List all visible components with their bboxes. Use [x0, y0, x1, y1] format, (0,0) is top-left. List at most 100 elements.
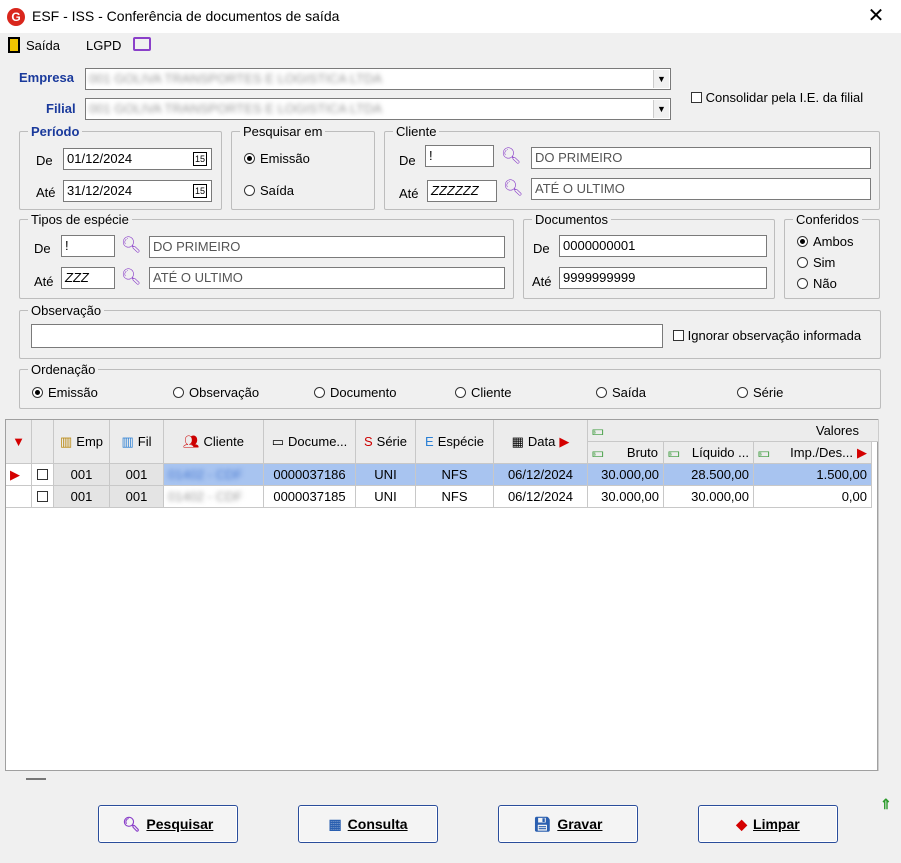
- ord-documento-label: Documento: [330, 385, 397, 400]
- eraser-icon: ◆: [736, 815, 748, 832]
- chevron-down-icon[interactable]: ▼: [653, 100, 669, 118]
- vertical-scrollbar[interactable]: [878, 419, 885, 771]
- documents-grid[interactable]: ▼ ▥ Emp ▥ Fil 👥︎ Cliente ▭ Docume... S Série …: [5, 419, 879, 771]
- periodo-ate-input[interactable]: 31/12/2024 15: [63, 180, 212, 202]
- menu-exit[interactable]: Saída: [26, 38, 60, 53]
- col-imp[interactable]: 💵︎ Imp./Des... ▶: [754, 442, 872, 464]
- money-icon: 💵︎: [592, 445, 604, 460]
- ord-documento[interactable]: Documento: [314, 385, 396, 400]
- cell-imp: 1.500,00: [754, 464, 872, 486]
- col-liquido[interactable]: 💵︎ Líquido ...: [664, 442, 754, 464]
- col-data-label: Data: [527, 434, 556, 449]
- cell-imp: 0,00: [754, 486, 872, 508]
- search-icon[interactable]: 🔍︎: [503, 178, 523, 198]
- row-checkbox[interactable]: [32, 486, 54, 508]
- cliente-de-label: De: [399, 153, 416, 168]
- col-cliente[interactable]: 👥︎ Cliente: [164, 420, 264, 464]
- periodo-de-input[interactable]: 01/12/2024 15: [63, 148, 212, 170]
- especie-de-code[interactable]: !: [61, 235, 115, 257]
- radio-sim[interactable]: Sim: [797, 255, 835, 270]
- filial-combo[interactable]: 001 GOLIVA TRANSPORTES E LOGISTICA LTDA …: [85, 98, 671, 120]
- periodo-group: Período De 01/12/2024 15 Até 31/12/2024 15: [19, 124, 222, 210]
- observacao-input[interactable]: [31, 324, 663, 348]
- documentos-ate-input[interactable]: 9999999999: [559, 267, 767, 289]
- especie-group: Tipos de espécie De ! 🔍︎ DO PRIMEIRO Até…: [19, 212, 514, 299]
- cliente-de-code[interactable]: !: [425, 145, 494, 167]
- search-icon[interactable]: 🔍︎: [501, 146, 521, 166]
- consolidar-checkbox[interactable]: Consolidar pela I.E. da filial: [691, 90, 863, 105]
- cell-liquido: 28.500,00: [664, 464, 754, 486]
- row-pointer-icon: ▶: [6, 464, 32, 486]
- especie-icon: E: [425, 434, 434, 449]
- pesquisar-legend: Pesquisar em: [240, 124, 326, 139]
- arrow-right-icon[interactable]: ▶: [857, 442, 867, 464]
- documentos-legend: Documentos: [532, 212, 611, 227]
- arrow-right-icon[interactable]: ▶: [559, 434, 569, 450]
- cell-cliente: 01402 - CDF: [164, 464, 264, 486]
- pesquisar-button[interactable]: 🔍︎ Pesquisar: [98, 805, 238, 843]
- sort-arrow-icon[interactable]: ▼: [6, 420, 32, 464]
- search-icon[interactable]: 🔍︎: [121, 235, 141, 255]
- col-fil[interactable]: ▥ Fil: [110, 420, 164, 464]
- col-cliente-label: Cliente: [203, 434, 244, 449]
- ord-cliente[interactable]: Cliente: [455, 385, 511, 400]
- col-emp[interactable]: ▥ Emp: [54, 420, 110, 464]
- splitter-handle[interactable]: [26, 778, 46, 780]
- cliente-group: Cliente De ! 🔍︎ DO PRIMEIRO Até ZZZZZZ 🔍…: [384, 124, 880, 210]
- cell-especie: NFS: [416, 464, 494, 486]
- conferidos-legend: Conferidos: [793, 212, 862, 227]
- ignorar-checkbox[interactable]: Ignorar observação informada: [673, 328, 861, 343]
- radio-nao-label: Não: [813, 276, 837, 291]
- cell-serie: UNI: [356, 486, 416, 508]
- radio-ambos[interactable]: Ambos: [797, 234, 853, 249]
- especie-ate-code[interactable]: ZZZ: [61, 267, 115, 289]
- search-icon[interactable]: 🔍︎: [121, 267, 141, 287]
- especie-ate-label: Até: [34, 274, 54, 289]
- monitor-icon[interactable]: [133, 37, 151, 51]
- documentos-de-input[interactable]: 0000000001: [559, 235, 767, 257]
- menu-lgpd[interactable]: LGPD: [86, 38, 121, 53]
- calendar-icon[interactable]: 15: [193, 152, 207, 166]
- app-logo-icon: G: [7, 8, 25, 26]
- consolidar-label: Consolidar pela I.E. da filial: [705, 90, 864, 105]
- ord-serie-label: Série: [753, 385, 784, 400]
- col-especie[interactable]: E Espécie: [416, 420, 494, 464]
- limpar-label: Limpar: [753, 816, 800, 832]
- limpar-button[interactable]: ◆ Limpar: [698, 805, 838, 843]
- select-all-header[interactable]: [32, 420, 54, 464]
- building-icon: ▥: [59, 433, 73, 449]
- money-icon: 💵︎: [758, 445, 770, 460]
- cliente-ate-code[interactable]: ZZZZZZ: [427, 180, 497, 202]
- periodo-de-label: De: [36, 153, 53, 168]
- money-icon: 💵︎: [668, 445, 680, 460]
- close-icon[interactable]: ✕: [864, 4, 888, 28]
- col-imp-label: Imp./Des...: [790, 445, 853, 460]
- empresa-combo[interactable]: 001 GOLIVA TRANSPORTES E LOGISTICA LTDA …: [85, 68, 671, 90]
- ord-emissao[interactable]: Emissão: [32, 385, 98, 400]
- cell-bruto: 30.000,00: [588, 486, 664, 508]
- radio-saida[interactable]: Saída: [244, 183, 294, 198]
- pesquisar-label: Pesquisar: [146, 816, 214, 832]
- col-bruto[interactable]: 💵︎ Bruto: [588, 442, 664, 464]
- consulta-button[interactable]: ▦ Consulta: [298, 805, 438, 843]
- especie-de-name: DO PRIMEIRO: [149, 236, 505, 258]
- col-data[interactable]: ▦ Data ▶: [494, 420, 588, 464]
- col-serie[interactable]: S Série: [356, 420, 416, 464]
- money-icon: 💵︎: [592, 423, 604, 438]
- radio-nao[interactable]: Não: [797, 276, 837, 291]
- empresa-value: 001 GOLIVA TRANSPORTES E LOGISTICA LTDA: [89, 71, 383, 86]
- ord-saida[interactable]: Saída: [596, 385, 646, 400]
- gravar-button[interactable]: 💾︎ Gravar: [498, 805, 638, 843]
- exit-door-icon: [8, 37, 20, 53]
- row-checkbox[interactable]: [32, 464, 54, 486]
- chevron-down-icon[interactable]: ▼: [653, 70, 669, 88]
- col-valores-label: Valores: [815, 423, 859, 438]
- pesquisar-group: Pesquisar em Emissão Saída: [231, 124, 375, 210]
- col-documento[interactable]: ▭ Docume...: [264, 420, 356, 464]
- calendar-icon[interactable]: 15: [193, 184, 207, 198]
- ord-serie[interactable]: Série: [737, 385, 783, 400]
- radio-emissao[interactable]: Emissão: [244, 151, 310, 166]
- ord-observacao[interactable]: Observação: [173, 385, 259, 400]
- arrow-up-icon[interactable]: ⇑: [880, 796, 892, 813]
- calendar-icon: ▦: [511, 433, 524, 449]
